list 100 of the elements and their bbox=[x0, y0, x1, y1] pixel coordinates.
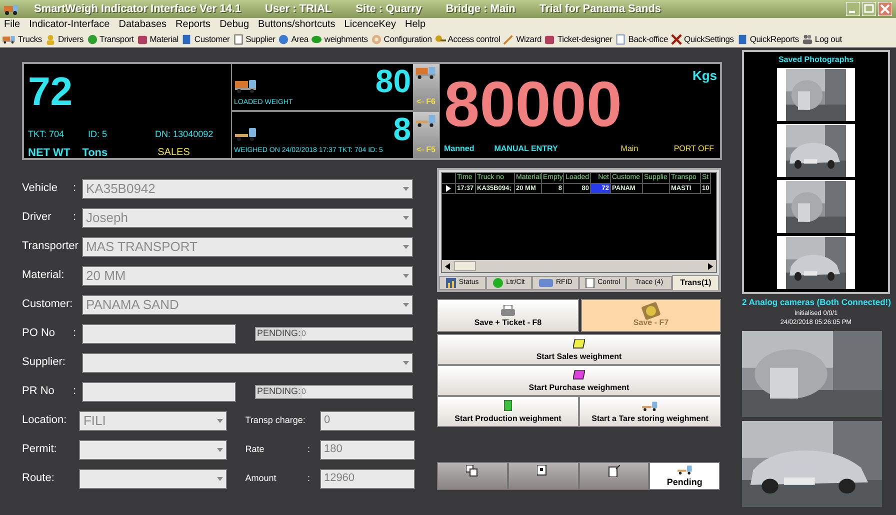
pending-field: PENDING:0 bbox=[255, 326, 413, 340]
toolbar-button[interactable]: Drivers bbox=[58, 35, 84, 44]
toolbar-button[interactable]: Supplier bbox=[246, 35, 276, 44]
note-icon bbox=[573, 339, 585, 349]
reading-unit: Kgs bbox=[692, 67, 717, 85]
toolbar-button[interactable]: Access control bbox=[448, 35, 500, 44]
menu-item[interactable]: Databases bbox=[118, 20, 167, 30]
field-colon: : bbox=[72, 384, 76, 400]
document-icon bbox=[608, 465, 620, 477]
toolbar-button[interactable]: QuickReports bbox=[750, 35, 799, 44]
document-icon[interactable] bbox=[615, 34, 626, 45]
operator-status: Manned bbox=[444, 143, 474, 155]
key-icon[interactable] bbox=[434, 34, 446, 45]
document-icon[interactable] bbox=[736, 34, 748, 45]
panel-title: Saved Photographs bbox=[778, 54, 854, 66]
unit-label: Tons bbox=[82, 146, 108, 160]
field-label: Rate bbox=[245, 442, 264, 456]
field-label: Material: bbox=[22, 268, 64, 284]
port-status: PORT OFF bbox=[674, 143, 714, 155]
toolbar-button[interactable]: Log out bbox=[814, 35, 842, 44]
box-icon[interactable] bbox=[544, 34, 556, 45]
toolbar-button[interactable]: Wizard bbox=[516, 35, 542, 44]
field-label: Vehicle bbox=[22, 181, 58, 196]
circle-icon[interactable] bbox=[311, 34, 322, 45]
horizontal-scrollbar[interactable] bbox=[442, 260, 716, 272]
people-icon[interactable] bbox=[802, 34, 813, 45]
dropdown[interactable] bbox=[79, 468, 228, 488]
bridge-name: Main bbox=[620, 143, 638, 155]
field-label: Customer: bbox=[22, 297, 73, 312]
note-icon bbox=[573, 370, 585, 380]
field-colon: : bbox=[307, 472, 310, 485]
field-label: Location: bbox=[22, 413, 67, 428]
toolbar-button[interactable]: Material bbox=[150, 35, 178, 44]
ticket-number: TKT: 704 bbox=[28, 128, 64, 141]
windows-icon bbox=[466, 465, 478, 477]
toolbar-button[interactable]: Transport bbox=[100, 35, 134, 44]
save-ticket-button[interactable]: Save + Ticket - F8 bbox=[437, 299, 579, 332]
toolbar-button[interactable] bbox=[437, 462, 508, 490]
truck-icon bbox=[641, 401, 659, 411]
scroll-left-icon[interactable] bbox=[445, 262, 450, 270]
menu-item[interactable]: Debug bbox=[220, 20, 250, 30]
field-label: Transporter bbox=[22, 239, 78, 254]
toolbar-button[interactable]: Ticket-designer bbox=[557, 35, 612, 44]
field-label: Transp charge: bbox=[245, 414, 306, 427]
mode-label: SALES bbox=[158, 146, 190, 160]
field-label: PR No bbox=[22, 384, 54, 400]
title-info: Bridge : Main bbox=[446, 2, 516, 17]
field-label: Driver bbox=[22, 210, 52, 226]
truck-icon bbox=[415, 114, 437, 127]
scroll-right-icon[interactable] bbox=[708, 262, 713, 270]
truck-icon bbox=[415, 66, 437, 79]
truck-icon bbox=[234, 78, 258, 93]
toolbar-button[interactable]: weighments bbox=[324, 35, 368, 44]
net-label: NET WT bbox=[28, 146, 70, 160]
window-title: SmartWeigh Indicator Interface Ver 14.1 bbox=[34, 2, 242, 17]
pending-button[interactable]: Pending bbox=[649, 462, 720, 490]
truck-icon[interactable] bbox=[2, 34, 16, 45]
title-info: User : TRIAL bbox=[265, 2, 332, 17]
dropdown[interactable] bbox=[82, 352, 413, 372]
chart-icon bbox=[446, 278, 456, 288]
close-button[interactable] bbox=[878, 2, 892, 16]
document-icon[interactable] bbox=[181, 34, 192, 45]
pending-field: PENDING:0 bbox=[255, 384, 413, 398]
weighment-button[interactable]: Start Production weighment bbox=[437, 396, 579, 427]
field-colon: : bbox=[307, 442, 310, 456]
menu-item[interactable]: Indicator-Interface bbox=[29, 20, 110, 30]
menu-item[interactable]: Reports bbox=[176, 20, 211, 30]
document-icon bbox=[584, 278, 595, 288]
toolbar-button[interactable]: Area bbox=[291, 35, 308, 44]
tab[interactable]: Trans(1) bbox=[672, 275, 720, 290]
input-field[interactable] bbox=[82, 382, 236, 402]
toolbar-button[interactable]: Customer bbox=[194, 35, 230, 44]
dropdown[interactable] bbox=[79, 440, 228, 460]
circle-icon[interactable] bbox=[86, 34, 98, 45]
document-icon[interactable] bbox=[232, 34, 244, 45]
toolbar-button[interactable]: Trucks bbox=[18, 35, 42, 44]
menu-item[interactable]: LicenceKey bbox=[344, 20, 396, 30]
window-icon bbox=[537, 465, 550, 477]
weighment-button[interactable]: Start Sales weighment bbox=[437, 334, 721, 365]
input-field[interactable] bbox=[82, 324, 236, 344]
scrollbar-thumb[interactable] bbox=[454, 261, 476, 271]
camera-status: 2 Analog cameras (Both Connected!) bbox=[742, 296, 890, 309]
menu-item[interactable]: Buttons/shortcuts bbox=[258, 20, 336, 30]
menu-item[interactable]: File bbox=[4, 20, 20, 30]
weighment-button[interactable]: Start Purchase weighment bbox=[437, 365, 721, 396]
minimize-button[interactable] bbox=[846, 2, 860, 16]
maximize-button[interactable] bbox=[862, 2, 876, 16]
field-label: Supplier: bbox=[22, 355, 66, 370]
ticket-id: ID: 5 bbox=[88, 128, 108, 141]
field-colon: : bbox=[72, 210, 76, 226]
field-colon: : bbox=[72, 326, 76, 342]
card-icon bbox=[539, 279, 553, 287]
toolbar-button[interactable]: QuickSettings bbox=[684, 35, 734, 44]
field-label: PO No bbox=[22, 326, 56, 342]
weighment-button[interactable]: Start a Tare storing weighment bbox=[579, 396, 721, 427]
toolbar-button[interactable]: Configuration bbox=[384, 35, 432, 44]
menu-item[interactable]: Help bbox=[405, 20, 426, 30]
toolbar-button[interactable]: Back-office bbox=[628, 35, 668, 44]
title-info: Trial for Panama Sands bbox=[539, 2, 662, 17]
box-icon[interactable] bbox=[136, 34, 148, 45]
